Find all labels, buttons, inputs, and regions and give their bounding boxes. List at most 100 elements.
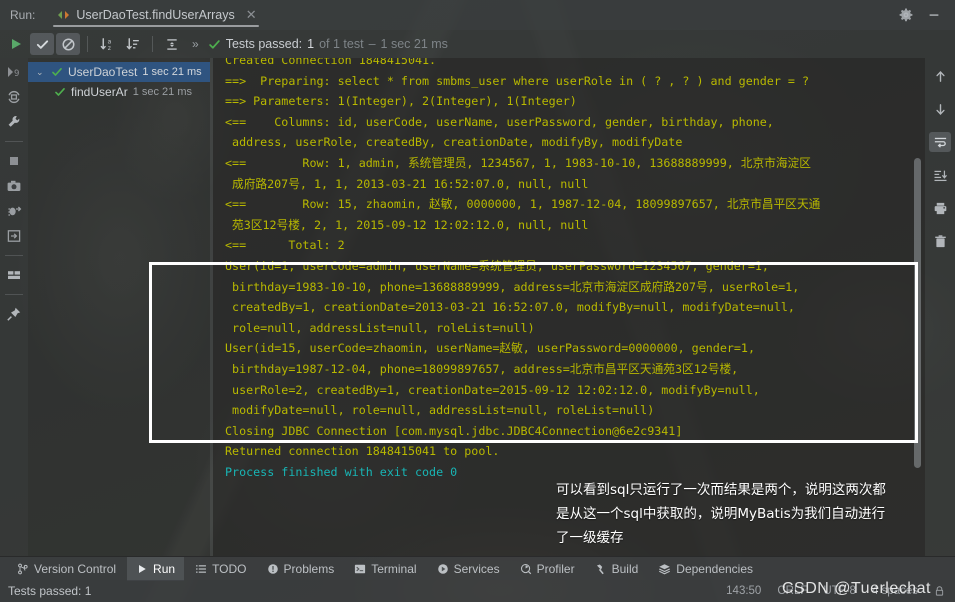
show-ignored-toggle[interactable] — [56, 33, 80, 55]
tool-window-label: Version Control — [34, 561, 117, 576]
layers-icon — [658, 563, 671, 575]
test-pass-icon — [54, 86, 66, 98]
indent-setting[interactable]: 4 spaces — [872, 585, 918, 597]
pass-check-icon — [208, 38, 221, 51]
tool-window-button-version-control[interactable]: Version Control — [8, 557, 125, 581]
toolbar-divider — [87, 36, 88, 52]
rerun-button[interactable] — [4, 33, 28, 55]
services-play-icon — [437, 563, 449, 575]
console-line: User(id=1, userCode=admin, userName=系统管理… — [225, 258, 769, 273]
caret-position[interactable]: 143:50 — [726, 585, 761, 597]
tests-passed-dash: – — [368, 37, 376, 51]
rerun-automatically-icon[interactable] — [6, 89, 22, 105]
tool-window-button-dependencies[interactable]: Dependencies — [649, 557, 762, 581]
expand-collapse-button[interactable] — [160, 33, 184, 55]
rerun-failed-tests-icon[interactable]: 9 — [6, 64, 22, 80]
test-results-tree[interactable]: ⌄ UserDaoTest 1 sec 21 ms findUserAr 1 s… — [28, 58, 210, 556]
tree-row[interactable]: findUserAr 1 sec 21 ms — [28, 82, 210, 102]
sort-by-duration-button[interactable] — [121, 33, 145, 55]
console-line: 苑3区12号楼, 2, 1, 2015-09-12 12:02:12.0, nu… — [225, 217, 589, 232]
close-icon[interactable]: ✕ — [246, 7, 257, 23]
wrench-settings-icon[interactable] — [6, 114, 22, 130]
tool-window-label: Dependencies — [676, 561, 754, 576]
branch-icon — [17, 563, 29, 575]
tool-window-button-problems[interactable]: Problems — [258, 557, 344, 581]
svg-text:9: 9 — [14, 69, 19, 79]
console-lines: Created Connection 1848415041. ==> Prepar… — [225, 58, 925, 482]
tool-window-label: Profiler — [536, 561, 575, 576]
list-icon — [195, 563, 207, 575]
tool-window-label: Build — [611, 561, 639, 576]
tool-window-label: Terminal — [371, 561, 417, 576]
tool-window-bar: Version Control Run TODO Problems Terminal Se… — [0, 556, 955, 581]
annotation-line: 是从这一个sql中获取的，说明MyBatis为我们自动进行 — [556, 506, 886, 522]
console-line: ==> Preparing: select * from smbms_user … — [225, 73, 810, 88]
sort-alphabetically-button[interactable]: a z — [95, 33, 119, 55]
tests-passed-prefix: Tests passed: — [225, 37, 303, 51]
annotation-line: 可以看到sql只运行了一次而结果是两个，说明这两次都 — [556, 482, 886, 498]
console-line: modifyDate=null, role=null, addressList=… — [225, 403, 655, 418]
tool-window-label: TODO — [212, 561, 247, 576]
svg-text:z: z — [107, 45, 111, 52]
console-line: Created Connection 1848415041. — [225, 58, 437, 67]
status-bar: Tests passed: 1 143:50 CRLF UTF-8 4 spac… — [0, 580, 955, 602]
scroll-up-icon[interactable] — [929, 66, 951, 86]
soft-wrap-icon[interactable] — [929, 132, 951, 152]
tests-passed-time: 1 sec 21 ms — [380, 37, 448, 51]
toolbar-overflow-button[interactable]: » — [186, 37, 204, 51]
console-line: 成府路207号, 1, 1, 2013-03-21 16:52:07.0, nu… — [225, 176, 589, 191]
gutter-divider-3 — [5, 294, 23, 295]
tool-window-button-todo[interactable]: TODO — [186, 557, 255, 581]
tool-window-button-terminal[interactable]: Terminal — [345, 557, 425, 581]
test-pass-icon — [51, 66, 63, 78]
layout-icon[interactable] — [6, 267, 22, 283]
lock-icon[interactable] — [934, 585, 945, 597]
tool-window-label: Run — [153, 561, 176, 576]
trash-icon[interactable] — [929, 231, 951, 251]
tool-window-button-run[interactable]: Run — [127, 556, 185, 581]
tree-row-label: findUserAr — [71, 85, 128, 99]
file-encoding[interactable]: UTF-8 — [823, 585, 856, 597]
run-config-icon — [57, 9, 70, 21]
profiler-icon — [520, 563, 532, 575]
run-label: Run: — [10, 8, 36, 22]
line-separator[interactable]: CRLF — [777, 585, 807, 597]
chevron-down-icon[interactable]: ⌄ — [36, 67, 46, 78]
run-configuration-tab[interactable]: UserDaoTest.findUserArrays ✕ — [47, 0, 264, 30]
gutter-divider-2 — [5, 255, 23, 256]
camera-snapshot-icon[interactable] — [6, 178, 22, 194]
console-line: createdBy=1, creationDate=2013-03-21 16:… — [225, 300, 795, 315]
console-line: address, userRole, createdBy, creationDa… — [225, 135, 683, 150]
gear-icon[interactable] — [899, 8, 913, 22]
print-icon[interactable] — [929, 198, 951, 218]
debug-attach-icon[interactable] — [6, 203, 22, 219]
tool-window-button-profiler[interactable]: Profiler — [511, 557, 584, 581]
annotation-text: 可以看到sql只运行了一次而结果是两个，说明这两次都 是从这一个sql中获取的，说… — [556, 478, 948, 550]
run-config-tab-label: UserDaoTest.findUserArrays — [76, 8, 235, 22]
annotation-line: 了一级缓存 — [556, 530, 624, 546]
show-passed-toggle[interactable] — [30, 33, 54, 55]
console-line: User(id=15, userCode=zhaomin, userName=赵… — [225, 341, 756, 356]
left-action-gutter: 9 — [0, 58, 28, 556]
console-line: <== Row: 15, zhaomin, 赵敏, 0000000, 1, 19… — [225, 197, 821, 212]
run-window-titlebar: Run: UserDaoTest.findUserArrays ✕ — [0, 0, 955, 30]
console-scrollbar-thumb[interactable] — [914, 158, 921, 468]
play-icon — [136, 563, 148, 575]
exclamation-icon — [267, 563, 279, 575]
import-tests-icon[interactable] — [6, 228, 22, 244]
tool-window-button-build[interactable]: Build — [586, 557, 648, 581]
toolbar-divider-2 — [152, 36, 153, 52]
pin-tab-icon[interactable] — [6, 306, 22, 322]
console-line: role=null, addressList=null, roleList=nu… — [225, 320, 535, 335]
tree-row[interactable]: ⌄ UserDaoTest 1 sec 21 ms — [28, 62, 210, 82]
scroll-to-end-icon[interactable] — [929, 165, 951, 185]
scroll-down-icon[interactable] — [929, 99, 951, 119]
stop-icon[interactable] — [6, 153, 22, 169]
tool-window-button-services[interactable]: Services — [428, 557, 509, 581]
tree-row-duration: 1 sec 21 ms — [132, 86, 192, 98]
gutter-divider-1 — [5, 141, 23, 142]
minimize-icon[interactable] — [927, 8, 941, 22]
tree-row-duration: 1 sec 21 ms — [142, 66, 202, 78]
console-line: ==> Parameters: 1(Integer), 2(Integer), … — [225, 94, 577, 109]
tree-row-label: UserDaoTest — [68, 65, 138, 79]
